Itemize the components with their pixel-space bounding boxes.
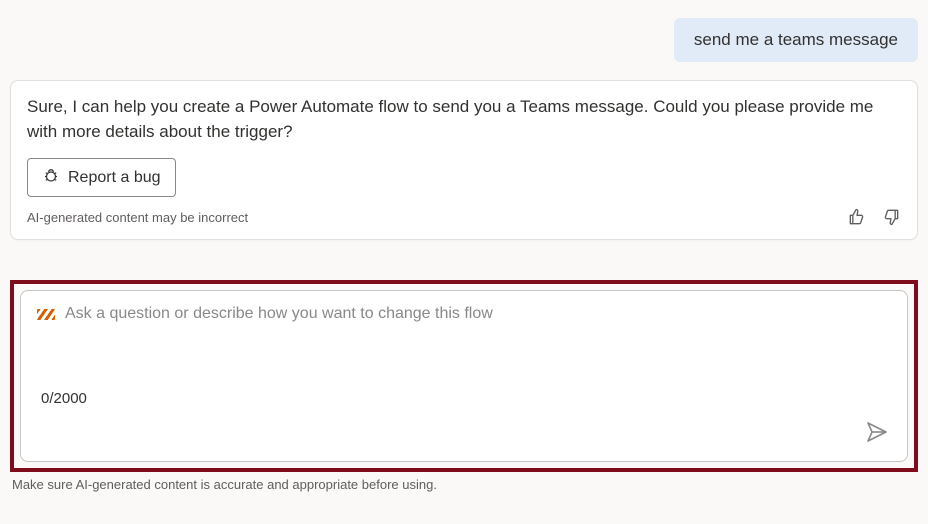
ai-disclaimer: AI-generated content may be incorrect [27, 210, 248, 225]
input-row [37, 305, 891, 323]
report-bug-button[interactable]: Report a bug [27, 158, 176, 197]
send-button[interactable] [865, 420, 889, 447]
feedback-controls [847, 207, 901, 227]
prompt-input[interactable] [65, 305, 891, 323]
char-counter: 0/2000 [41, 390, 87, 407]
ai-response-text: Sure, I can help you create a Power Auto… [27, 95, 901, 144]
footer-note: Make sure AI-generated content is accura… [10, 477, 918, 492]
thumbs-down-button[interactable] [881, 207, 901, 227]
user-message-bubble: send me a teams message [674, 18, 918, 62]
input-card: 0/2000 [20, 290, 908, 462]
user-message-row: send me a teams message [10, 18, 918, 62]
input-highlight-frame: 0/2000 [10, 280, 918, 472]
ai-response-card: Sure, I can help you create a Power Auto… [10, 80, 918, 240]
thumbs-up-button[interactable] [847, 207, 867, 227]
bug-icon [42, 166, 60, 189]
report-bug-label: Report a bug [68, 169, 161, 187]
user-message-text: send me a teams message [694, 30, 898, 49]
construction-icon [37, 309, 55, 320]
disclaimer-row: AI-generated content may be incorrect [27, 207, 901, 227]
chat-area: send me a teams message Sure, I can help… [10, 10, 918, 492]
